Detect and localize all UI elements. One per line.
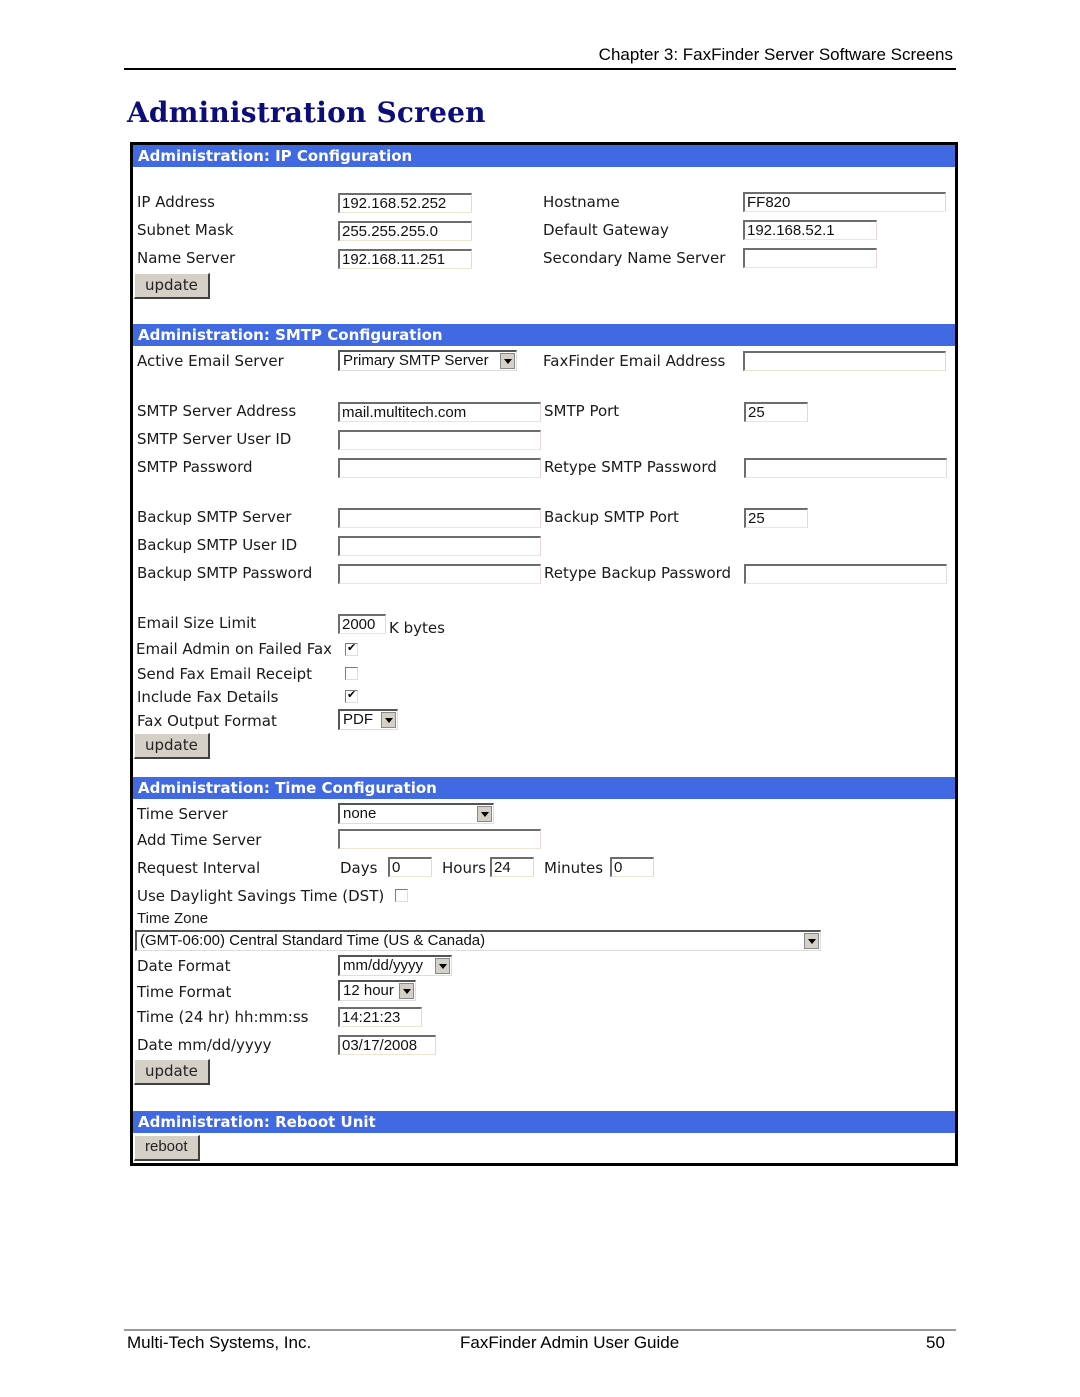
- default-gateway-field[interactable]: 192.168.52.1: [743, 220, 877, 240]
- smtp-password-field[interactable]: [338, 458, 541, 478]
- time-format-select[interactable]: 12 hour: [338, 980, 416, 1001]
- chevron-down-icon[interactable]: [804, 933, 819, 949]
- time-format-value: 12 hour: [343, 982, 394, 999]
- date-format-label: Date Format: [137, 957, 231, 975]
- time-24-field[interactable]: 14:21:23: [338, 1007, 422, 1027]
- time-config-heading: Administration: Time Configuration: [133, 777, 955, 799]
- backup-smtp-password-field[interactable]: [338, 564, 541, 584]
- smtp-server-address-label: SMTP Server Address: [137, 402, 297, 420]
- chevron-down-icon[interactable]: [381, 712, 396, 728]
- ip-config-heading: Administration: IP Configuration: [133, 145, 955, 167]
- time-zone-value: (GMT-06:00) Central Standard Time (US & …: [140, 932, 486, 949]
- smtp-update-button[interactable]: update: [134, 733, 210, 759]
- fax-output-format-value: PDF: [343, 711, 373, 728]
- default-gateway-label: Default Gateway: [543, 221, 669, 239]
- backup-smtp-server-label: Backup SMTP Server: [137, 508, 292, 526]
- email-size-unit: K bytes: [389, 619, 445, 637]
- name-server-label: Name Server: [137, 249, 236, 267]
- dst-label: Use Daylight Savings Time (DST): [137, 887, 385, 905]
- smtp-password-label: SMTP Password: [137, 458, 253, 476]
- include-details-checkbox[interactable]: [345, 688, 358, 703]
- subnet-mask-label: Subnet Mask: [137, 221, 234, 239]
- active-email-server-select[interactable]: Primary SMTP Server: [338, 350, 517, 371]
- date-format-value: mm/dd/yyyy: [343, 957, 424, 974]
- time-update-button[interactable]: update: [134, 1059, 210, 1085]
- secondary-name-server-field[interactable]: [743, 248, 877, 268]
- time-24-label: Time (24 hr) hh:mm:ss: [137, 1008, 309, 1026]
- smtp-user-id-field[interactable]: [338, 430, 541, 450]
- retype-backup-password-field[interactable]: [744, 564, 947, 584]
- add-time-server-label: Add Time Server: [137, 831, 262, 849]
- send-receipt-label: Send Fax Email Receipt: [137, 665, 313, 683]
- dst-checkbox[interactable]: [395, 889, 408, 902]
- email-size-limit-label: Email Size Limit: [137, 614, 257, 632]
- chevron-down-icon[interactable]: [500, 353, 515, 369]
- backup-smtp-password-label: Backup SMTP Password: [137, 564, 313, 582]
- smtp-config-heading: Administration: SMTP Configuration: [133, 324, 955, 346]
- hostname-label: Hostname: [543, 193, 620, 211]
- retype-smtp-password-label: Retype SMTP Password: [544, 458, 717, 476]
- days-field[interactable]: 0: [388, 857, 432, 877]
- chevron-down-icon[interactable]: [477, 806, 492, 822]
- backup-smtp-server-field[interactable]: [338, 508, 541, 528]
- date-label: Date mm/dd/yyyy: [137, 1036, 272, 1054]
- minutes-label: Minutes: [544, 859, 604, 877]
- chevron-down-icon[interactable]: [435, 958, 450, 974]
- email-admin-failed-label: Email Admin on Failed Fax: [136, 640, 333, 658]
- ip-address-label: IP Address: [137, 193, 215, 211]
- chapter-title: Chapter 3: FaxFinder Server Software Scr…: [598, 45, 953, 64]
- backup-smtp-port-label: Backup SMTP Port: [544, 508, 679, 526]
- footer-guide: FaxFinder Admin User Guide: [460, 1333, 680, 1352]
- page-title: Administration Screen: [127, 96, 486, 129]
- hours-label: Hours: [442, 859, 486, 877]
- time-server-value: none: [343, 805, 377, 822]
- fax-output-format-label: Fax Output Format: [137, 712, 277, 730]
- reboot-heading: Administration: Reboot Unit: [133, 1111, 955, 1133]
- smtp-port-label: SMTP Port: [544, 402, 620, 420]
- include-details-label: Include Fax Details: [137, 688, 279, 706]
- active-email-server-label: Active Email Server: [137, 352, 284, 370]
- admin-panel: Administration: IP Configuration IP Addr…: [130, 142, 958, 1166]
- email-admin-failed-checkbox[interactable]: [345, 641, 358, 656]
- date-format-select[interactable]: mm/dd/yyyy: [338, 955, 452, 976]
- smtp-port-field[interactable]: 25: [744, 402, 808, 422]
- smtp-server-address-field[interactable]: mail.multitech.com: [338, 402, 541, 422]
- time-server-label: Time Server: [137, 805, 228, 823]
- time-server-select[interactable]: none: [338, 803, 494, 824]
- footer-page-number: 50: [926, 1333, 945, 1352]
- send-receipt-checkbox[interactable]: [345, 667, 358, 680]
- ip-address-field[interactable]: 192.168.52.252: [338, 193, 472, 213]
- fax-output-format-select[interactable]: PDF: [338, 709, 398, 730]
- footer-company: Multi-Tech Systems, Inc.: [127, 1333, 312, 1352]
- hostname-field[interactable]: FF820: [743, 192, 946, 212]
- time-format-label: Time Format: [137, 983, 232, 1001]
- time-zone-select[interactable]: (GMT-06:00) Central Standard Time (US & …: [135, 930, 821, 951]
- backup-smtp-port-field[interactable]: 25: [744, 508, 808, 528]
- secondary-name-server-label: Secondary Name Server: [543, 249, 726, 267]
- backup-smtp-user-id-label: Backup SMTP User ID: [137, 536, 298, 554]
- time-zone-label: Time Zone: [137, 910, 209, 927]
- date-field[interactable]: 03/17/2008: [338, 1035, 436, 1055]
- days-label: Days: [340, 859, 378, 877]
- add-time-server-field[interactable]: [338, 829, 541, 849]
- ip-update-button[interactable]: update: [134, 273, 210, 299]
- email-size-limit-field[interactable]: 2000: [338, 614, 386, 634]
- hours-field[interactable]: 24: [490, 857, 534, 877]
- backup-smtp-user-id-field[interactable]: [338, 536, 541, 556]
- faxfinder-email-label: FaxFinder Email Address: [543, 352, 726, 370]
- retype-smtp-password-field[interactable]: [744, 458, 947, 478]
- request-interval-label: Request Interval: [137, 859, 261, 877]
- faxfinder-email-field[interactable]: [743, 351, 946, 371]
- smtp-user-id-label: SMTP Server User ID: [137, 430, 292, 448]
- page-footer: [124, 1329, 956, 1331]
- minutes-field[interactable]: 0: [610, 857, 654, 877]
- chevron-down-icon[interactable]: [399, 983, 414, 999]
- page-header: Chapter 3: FaxFinder Server Software Scr…: [124, 44, 956, 70]
- retype-backup-password-label: Retype Backup Password: [544, 564, 732, 582]
- subnet-mask-field[interactable]: 255.255.255.0: [338, 221, 472, 241]
- reboot-button[interactable]: reboot: [134, 1135, 200, 1161]
- name-server-field[interactable]: 192.168.11.251: [338, 249, 472, 269]
- active-email-server-value: Primary SMTP Server: [343, 352, 489, 369]
